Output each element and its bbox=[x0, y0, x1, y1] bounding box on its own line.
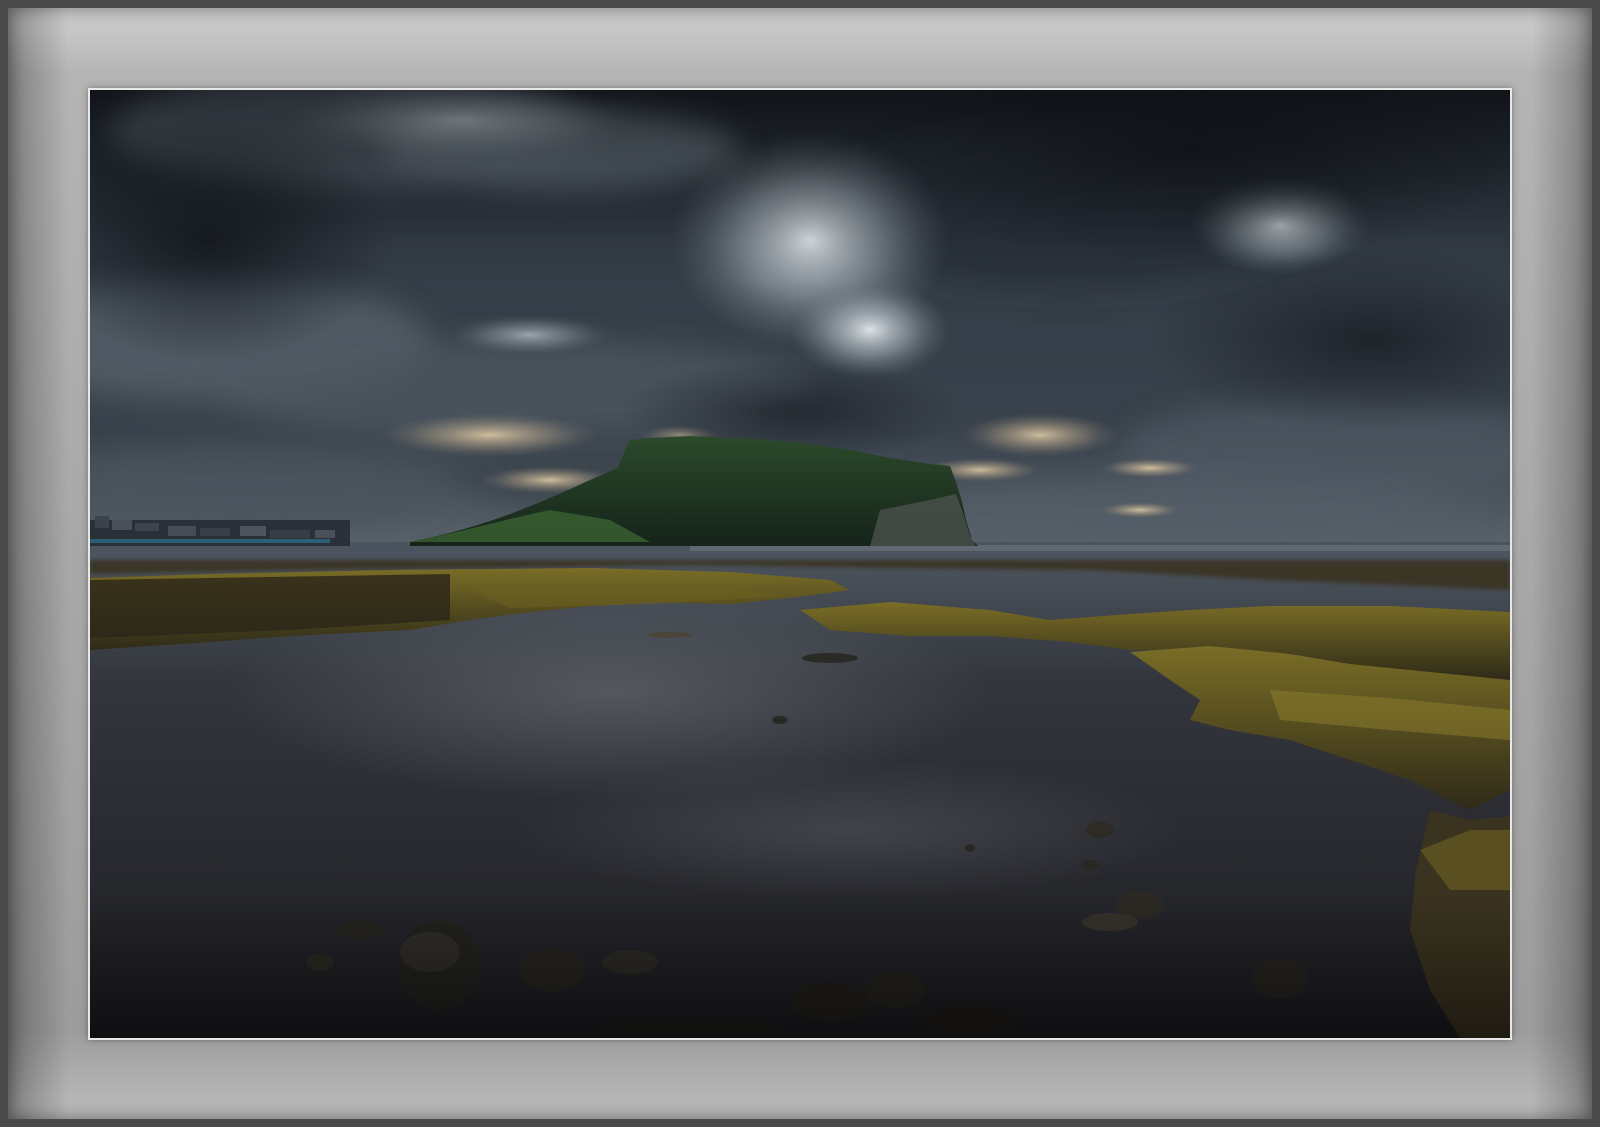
landscape-photo bbox=[90, 90, 1510, 1038]
landscape-scene bbox=[90, 90, 1510, 1038]
vignette bbox=[90, 90, 1510, 1038]
